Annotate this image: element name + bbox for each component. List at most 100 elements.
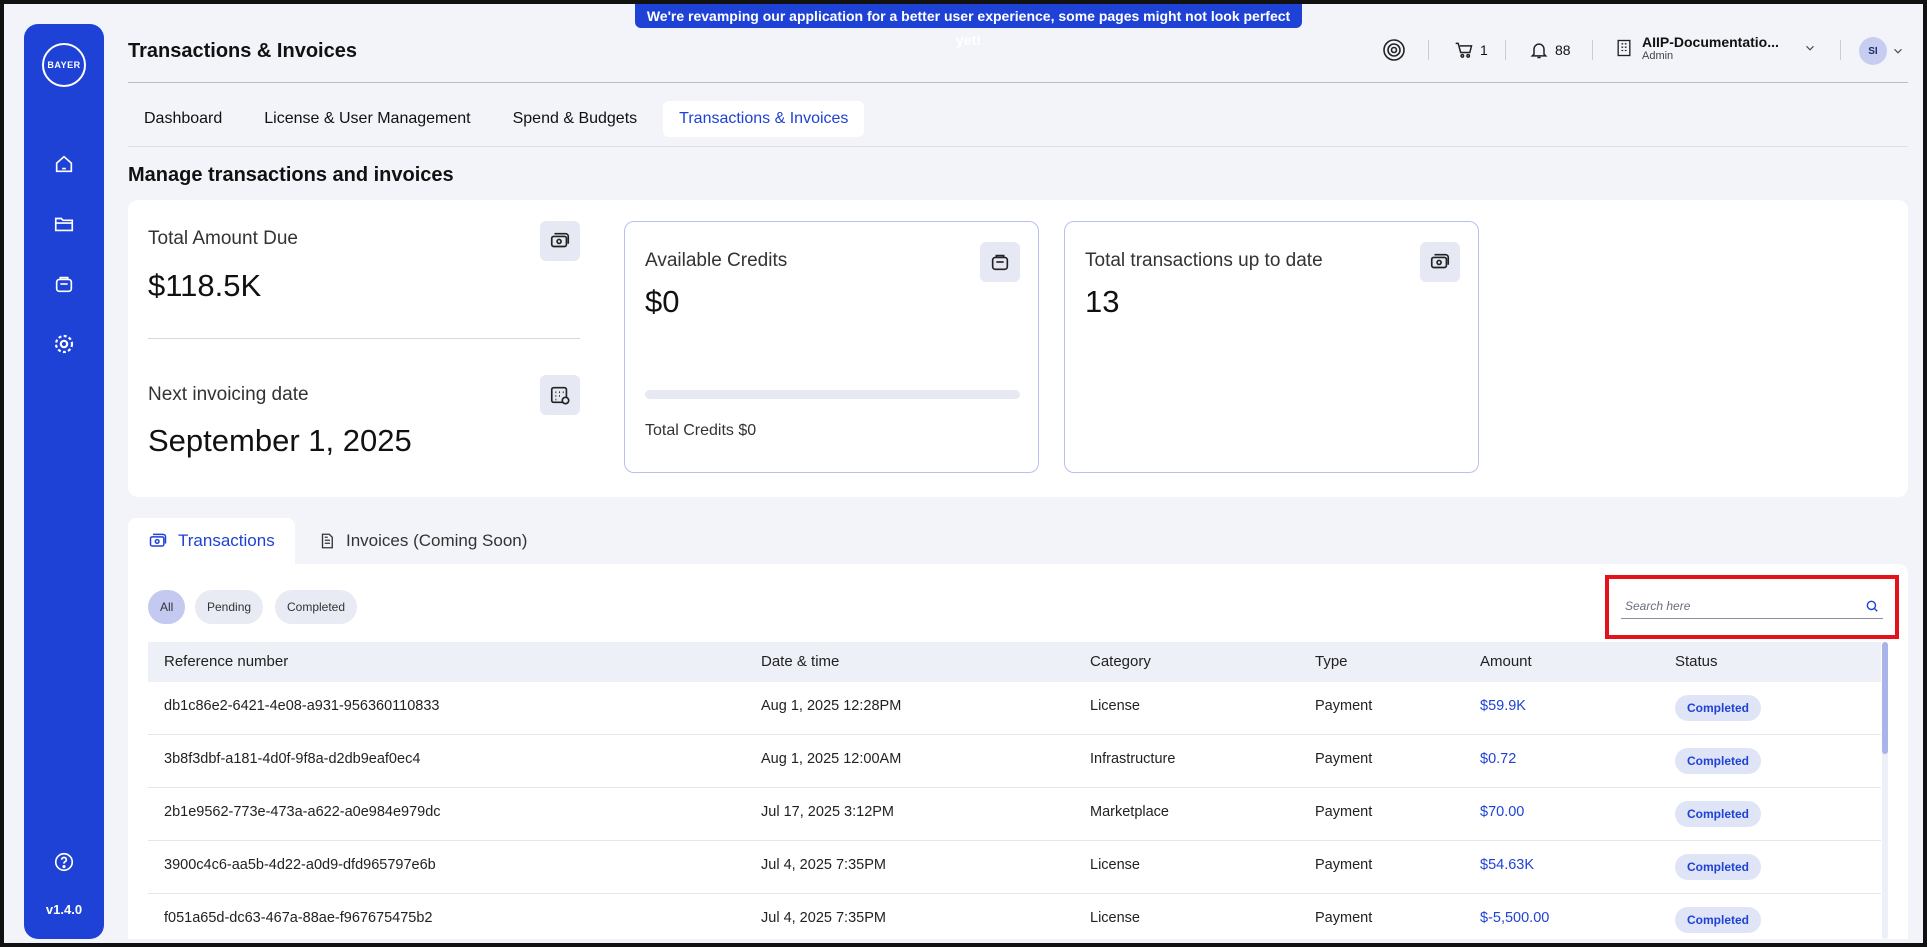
- org-name: AIIP-Documentatio...: [1642, 34, 1779, 50]
- total-due-label: Total Amount Due: [148, 228, 298, 249]
- home-icon[interactable]: [50, 150, 78, 178]
- table-row[interactable]: f051a65d-dc63-467a-88ae-f967675475b2 Jul…: [148, 894, 1881, 939]
- cell-amount[interactable]: $0.72: [1480, 751, 1516, 767]
- tab-license-user-management[interactable]: License & User Management: [248, 101, 486, 137]
- cell-type: Payment: [1315, 698, 1373, 714]
- notification-count: 88: [1555, 42, 1571, 58]
- target-icon[interactable]: [1382, 38, 1406, 62]
- bell-icon: [1530, 43, 1548, 59]
- tab-transactions-invoices[interactable]: Transactions & Invoices: [663, 101, 865, 137]
- table-row[interactable]: 2b1e9562-773e-473a-a622-a0e984e979dc Jul…: [148, 788, 1881, 841]
- credits-label: Available Credits: [645, 250, 788, 271]
- col-type[interactable]: Type: [1315, 653, 1348, 670]
- chevron-down-icon[interactable]: [1891, 44, 1905, 58]
- table-header: Reference number Date & time Category Ty…: [148, 642, 1881, 682]
- app-version: v1.4.0: [45, 902, 83, 917]
- app-frame: We're revamping our application for a be…: [0, 0, 1927, 947]
- tabs-divider: [128, 146, 1908, 147]
- cell-date: Aug 1, 2025 12:28PM: [761, 698, 902, 714]
- transactions-count-label: Total transactions up to date: [1085, 250, 1323, 271]
- cell-category: Infrastructure: [1090, 751, 1176, 767]
- col-date[interactable]: Date & time: [761, 653, 839, 670]
- search-field[interactable]: [1621, 593, 1883, 619]
- header-separator: [1428, 40, 1429, 60]
- cart-count: 1: [1480, 42, 1488, 58]
- tab-dashboard[interactable]: Dashboard: [128, 101, 238, 137]
- cell-amount[interactable]: $54.63K: [1480, 857, 1534, 873]
- help-icon[interactable]: [50, 848, 78, 876]
- cart-icon: [1455, 42, 1473, 58]
- total-credits: Total Credits $0: [645, 422, 757, 439]
- col-amount[interactable]: Amount: [1480, 653, 1532, 670]
- search-highlight: [1605, 575, 1899, 639]
- search-icon: [1866, 600, 1878, 612]
- avatar[interactable]: SI: [1859, 37, 1887, 65]
- settings-icon[interactable]: [50, 330, 78, 358]
- filter-all[interactable]: All: [148, 590, 186, 624]
- col-category[interactable]: Category: [1090, 653, 1151, 670]
- table-row[interactable]: 3900c4c6-aa5b-4d22-a0d9-dfd965797e6b Jul…: [148, 841, 1881, 894]
- org-switcher[interactable]: AIIP-Documentatio... Admin: [1614, 34, 1817, 62]
- table-scrollbar[interactable]: [1882, 642, 1888, 939]
- tab-transactions[interactable]: Transactions: [128, 518, 295, 564]
- cell-reference: db1c86e2-6421-4e08-a931-956360110833: [164, 698, 440, 714]
- header-divider: [128, 82, 1908, 83]
- cell-type: Payment: [1315, 910, 1373, 926]
- table-row[interactable]: db1c86e2-6421-4e08-a931-956360110833 Aug…: [148, 682, 1881, 735]
- available-credits-card: Available Credits $0 Total Credits $0: [624, 221, 1039, 473]
- filter-pending[interactable]: Pending: [195, 590, 264, 624]
- money-icon: [1420, 242, 1460, 282]
- header-separator: [1592, 40, 1593, 60]
- bayer-logo[interactable]: BAYER: [42, 43, 86, 87]
- col-reference[interactable]: Reference number: [164, 653, 288, 670]
- total-due-value: $118.5K: [148, 268, 262, 303]
- cell-date: Jul 17, 2025 3:12PM: [761, 804, 895, 820]
- credits-progress-bar: [645, 390, 1020, 399]
- section-title: Manage transactions and invoices: [128, 164, 454, 186]
- status-badge: Completed: [1675, 854, 1762, 880]
- next-invoice-value: September 1, 2025: [148, 423, 412, 458]
- header-separator: [1505, 40, 1506, 60]
- notifications-button[interactable]: 88: [1529, 40, 1571, 60]
- cell-amount[interactable]: $70.00: [1480, 804, 1524, 820]
- scrollbar-thumb[interactable]: [1882, 642, 1888, 754]
- credits-value: $0: [645, 284, 680, 319]
- cell-category: Marketplace: [1090, 804, 1169, 820]
- main-tabs: Dashboard License & User Management Spen…: [128, 101, 874, 137]
- tab-spend-budgets[interactable]: Spend & Budgets: [497, 101, 654, 137]
- cell-amount[interactable]: $-5,500.00: [1480, 910, 1549, 926]
- document-icon: [321, 533, 333, 549]
- sidebar: BAYER v1.4.0: [24, 24, 104, 939]
- logo-text: BAYER: [47, 60, 81, 70]
- revamp-banner: We're revamping our application for a be…: [635, 4, 1302, 48]
- cell-reference: 2b1e9562-773e-473a-a622-a0e984e979dc: [164, 804, 441, 820]
- money-icon: [540, 221, 580, 261]
- transactions-count-value: 13: [1085, 284, 1120, 319]
- money-icon: [149, 533, 167, 547]
- next-invoice-label: Next invoicing date: [148, 384, 309, 405]
- search-input[interactable]: [1621, 598, 1841, 613]
- bag-icon: [980, 242, 1020, 282]
- cell-type: Payment: [1315, 751, 1373, 767]
- cell-category: License: [1090, 698, 1140, 714]
- calendar-icon: [540, 375, 580, 415]
- cell-date: Aug 1, 2025 12:00AM: [761, 751, 902, 767]
- page-title: Transactions & Invoices: [128, 40, 357, 62]
- total-transactions-card: Total transactions up to date 13: [1064, 221, 1479, 473]
- transactions-panel: All Pending Completed Reference number D…: [128, 564, 1908, 939]
- col-status[interactable]: Status: [1675, 653, 1718, 670]
- summary-panel: Total Amount Due $118.5K Next invoicing …: [128, 200, 1908, 497]
- filter-completed[interactable]: Completed: [275, 590, 358, 624]
- org-role: Admin: [1642, 50, 1674, 62]
- status-badge: Completed: [1675, 801, 1762, 827]
- tab-invoices-label: Invoices (Coming Soon): [346, 531, 528, 550]
- cart-button[interactable]: 1: [1454, 40, 1488, 60]
- header-separator: [1840, 40, 1841, 60]
- bag-icon[interactable]: [50, 270, 78, 298]
- cell-category: License: [1090, 910, 1140, 926]
- cell-amount[interactable]: $59.9K: [1480, 698, 1526, 714]
- table-row[interactable]: 3b8f3dbf-a181-4d0f-9f8a-d2db9eaf0ec4 Aug…: [148, 735, 1881, 788]
- tab-invoices[interactable]: Invoices (Coming Soon): [318, 518, 527, 564]
- cell-category: License: [1090, 857, 1140, 873]
- folder-icon[interactable]: [50, 210, 78, 238]
